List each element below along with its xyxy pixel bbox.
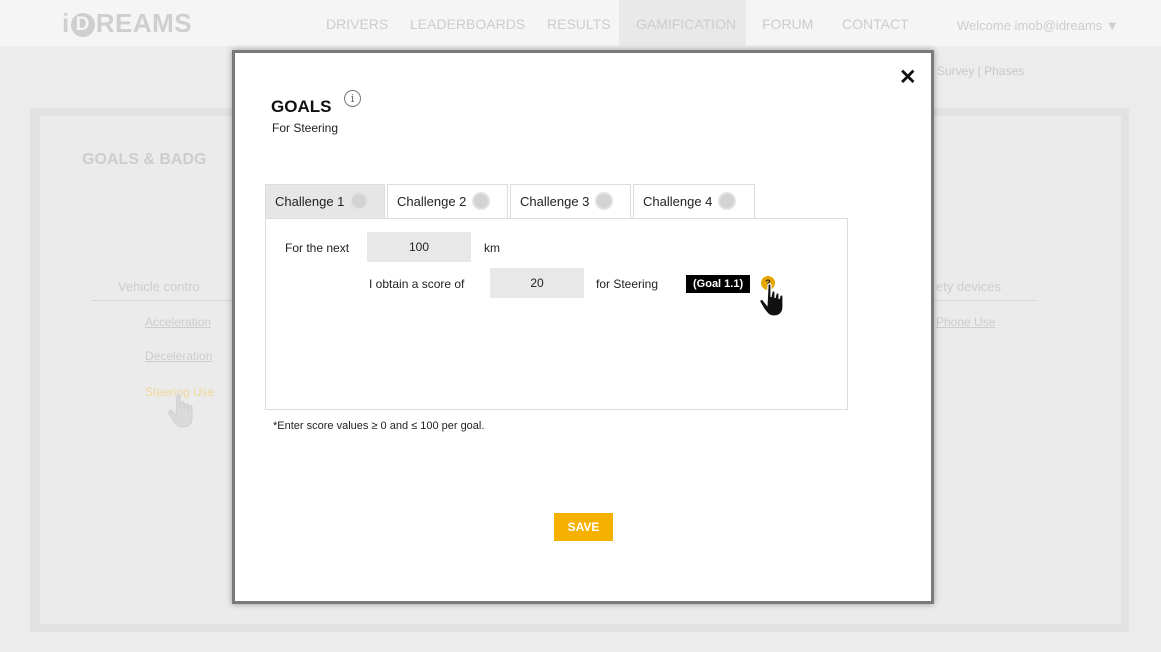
save-button[interactable]: SAVE (554, 513, 613, 541)
tab-challenge-4[interactable]: Challenge 4 (633, 184, 755, 218)
link-acceleration[interactable]: Acceleration (145, 315, 211, 329)
distance-input[interactable] (367, 232, 471, 262)
nav-results[interactable]: RESULTS (547, 16, 611, 32)
hand-cursor-icon (759, 283, 784, 317)
modal-title: GOALS (271, 97, 332, 116)
modal-subtitle: For Steering (272, 121, 339, 135)
close-icon[interactable]: ✕ (899, 65, 917, 90)
column-header-vehicle-control: Vehicle contro (118, 279, 200, 294)
logo-mark: D (70, 13, 95, 37)
tab-challenge-3[interactable]: Challenge 3 (510, 184, 631, 218)
score-note: *Enter score values ≥ 0 and ≤ 100 per go… (273, 420, 485, 432)
logo-prefix: i (62, 8, 70, 38)
column-divider-right (934, 300, 1037, 301)
distance-unit: km (484, 241, 500, 255)
tab-challenge-1[interactable]: Challenge 1 (265, 184, 385, 218)
tab-label: Challenge 2 (397, 194, 467, 209)
logo-suffix: REAMS (95, 8, 193, 38)
info-icon[interactable]: i (344, 90, 361, 107)
nav-contact[interactable]: CONTACT (842, 16, 909, 32)
section-title: GOALS & BADG (82, 151, 207, 168)
link-phone-use[interactable]: Phone Use (936, 315, 995, 329)
sub-navigation[interactable]: Survey | Phases (937, 64, 1024, 78)
tab-label: Challenge 4 (643, 194, 713, 209)
nav-drivers[interactable]: DRIVERS (326, 16, 388, 32)
link-deceleration[interactable]: Deceleration (145, 349, 212, 363)
column-divider-left (92, 300, 232, 301)
nav-leaderboards[interactable]: LEADERBOARDS (410, 16, 525, 32)
column-header-safety-devices: ety devices (936, 279, 1002, 294)
hand-cursor-icon (168, 394, 193, 428)
distance-label: For the next (285, 241, 350, 255)
tab-challenge-2[interactable]: Challenge 2 (387, 184, 508, 218)
badge-icon (474, 194, 489, 208)
idreams-logo[interactable]: i D REAMS (62, 8, 192, 39)
score-label: I obtain a score of (369, 277, 465, 291)
score-input[interactable] (490, 268, 584, 298)
top-navigation-bar: i D REAMS DRIVERS LEADERBOARDS RESULTS GAM… (0, 0, 1161, 46)
tab-label: Challenge 3 (520, 194, 590, 209)
badge-icon (352, 194, 367, 208)
nav-forum[interactable]: FORUM (762, 16, 813, 32)
user-menu[interactable]: Welcome imob@idreams ▼ (957, 18, 1119, 33)
score-suffix: for Steering (596, 277, 659, 291)
goals-modal: ✕ GOALS i For Steering Challenge 1 Chall… (232, 50, 934, 604)
nav-gamification[interactable]: GAMIFICATION (636, 16, 736, 32)
badge-icon (597, 194, 612, 208)
badge-icon (720, 194, 735, 208)
tab-label: Challenge 1 (275, 194, 345, 209)
goal-tag: (Goal 1.1) (686, 275, 751, 293)
